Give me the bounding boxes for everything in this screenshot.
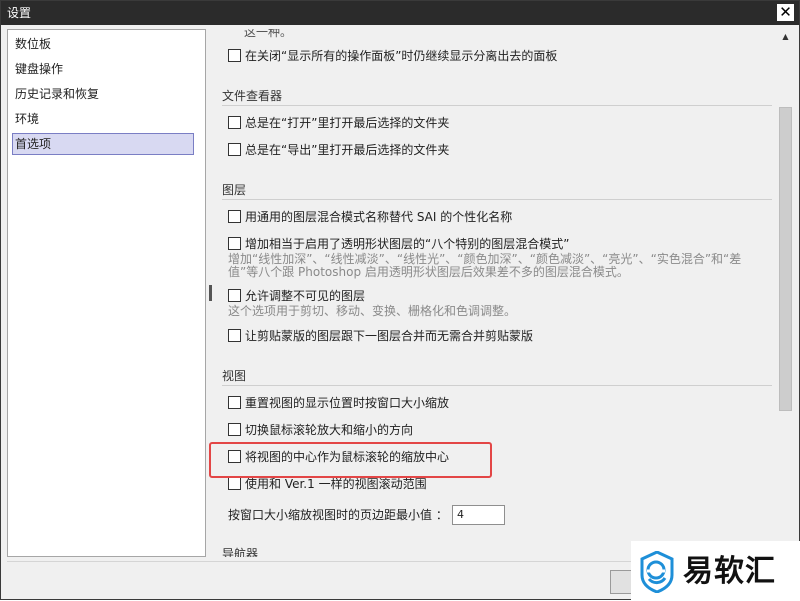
checkbox[interactable] [228,477,241,490]
checkbox[interactable] [228,329,241,342]
checkbox[interactable] [228,423,241,436]
sidebar-item-keyboard[interactable]: 键盘操作 [12,58,194,80]
section-title-file-viewer: 文件查看器 [222,89,283,103]
option-label: 在关闭“显示所有的操作面板”时仍继续显示分离出去的面板 [245,49,558,63]
margin-value-input[interactable]: 4 [452,505,505,525]
margin-label: 按窗口大小缩放视图时的页边距最小值 ： [228,508,448,522]
option-label: 允许调整不可见的图层 [245,289,366,303]
sidebar-item-history[interactable]: 历史记录和恢复 [12,83,194,105]
checkbox[interactable] [228,396,241,409]
checkbox[interactable] [228,210,241,223]
checkbox[interactable] [228,49,241,62]
sidebar-item-tablet[interactable]: 数位板 [12,33,194,55]
scroll-up-arrow-icon[interactable]: ▲ [778,29,793,44]
checkbox[interactable] [228,237,241,250]
section-divider [222,385,772,386]
checkbox[interactable] [228,450,241,463]
option-label: 切换鼠标滚轮放大和缩小的方向 [245,423,414,437]
option-description: 这个选项用于剪切、移动、变换、栅格化和色调调整。 [228,304,517,318]
option-label: 让剪贴蒙版的图层跟下一图层合并而无需合并剪贴蒙版 [245,329,534,343]
close-icon[interactable]: ✕ [777,4,794,21]
window-title: 设置 [7,6,32,20]
option-label: 用通用的图层混合模式名称替代 SAI 的个性化名称 [245,210,513,224]
checkbox[interactable] [228,116,241,129]
vertical-scrollbar[interactable]: ▲ ▼ [778,29,793,557]
scrollbar-thumb[interactable] [779,107,792,411]
option-description: 增加“线性加深”、“线性减淡”、“线性光”、“颜色加深”、“颜色减淡”、“亮光”… [228,252,742,279]
sidebar-item-environment[interactable]: 环境 [12,108,194,130]
pane-splitter[interactable] [207,29,215,557]
truncated-text: 这一种。 [244,29,293,39]
settings-category-list: 数位板 键盘操作 历史记录和恢复 环境 首选项 [7,29,206,557]
section-divider [222,105,772,106]
yiruanhui-logo-icon [640,551,674,593]
sidebar-item-preferences[interactable]: 首选项 [12,133,194,155]
option-label: 总是在“导出”里打开最后选择的文件夹 [245,143,450,157]
option-label: 将视图的中心作为鼠标滚轮的缩放中心 [245,450,450,464]
option-label: 重置视图的显示位置时按窗口大小缩放 [245,396,450,410]
checkbox[interactable] [228,289,241,302]
option-label: 使用和 Ver.1 一样的视图滚动范围 [245,477,427,491]
section-divider [222,199,772,200]
option-label: 增加相当于启用了透明形状图层的“八个特别的图层混合模式” [245,237,570,251]
watermark: 易软汇 [631,541,800,601]
section-title-view: 视图 [222,369,247,383]
checkbox[interactable] [228,143,241,156]
watermark-text: 易软汇 [683,554,776,589]
splitter-grip-icon [209,285,212,301]
option-label: 总是在“打开”里打开最后选择的文件夹 [245,116,450,130]
settings-window: 设置 ✕ 数位板 键盘操作 历史记录和恢复 环境 首选项 这一种。 在关闭“显示… [0,0,800,601]
section-title-navigator: 导航器 [222,547,259,557]
title-bar: 设置 ✕ [1,1,799,25]
preferences-panel: 这一种。 在关闭“显示所有的操作面板”时仍继续显示分离出去的面板 文件查看器 总… [216,29,794,557]
section-title-layers: 图层 [222,183,247,197]
